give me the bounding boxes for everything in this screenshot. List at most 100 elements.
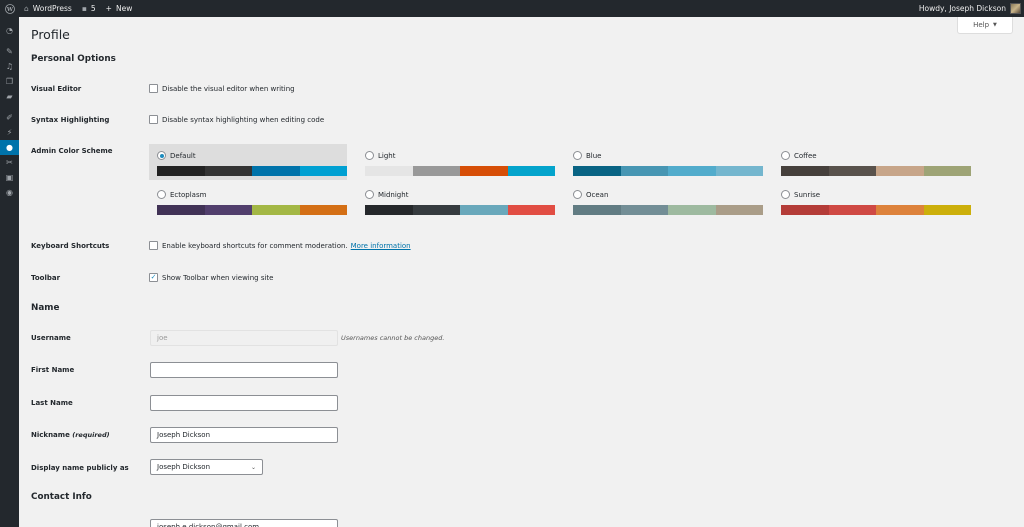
keyboard-shortcuts-option[interactable]: Enable keyboard shortcuts for comment mo… bbox=[149, 241, 411, 250]
color-swatches[interactable] bbox=[781, 166, 971, 176]
comments-link[interactable]: ▪ 5 bbox=[77, 0, 101, 17]
nickname-label: Nickname (required) bbox=[31, 431, 110, 439]
color-swatches[interactable] bbox=[157, 205, 347, 215]
color-scheme-option[interactable]: Light bbox=[365, 151, 395, 160]
color-scheme-radio[interactable] bbox=[157, 151, 166, 160]
color-swatches[interactable] bbox=[157, 166, 347, 176]
new-label: New bbox=[115, 4, 133, 13]
color-swatch bbox=[204, 166, 252, 176]
last-name-input[interactable] bbox=[150, 395, 338, 411]
color-scheme-blue[interactable]: Blue bbox=[565, 144, 763, 180]
username-note: Usernames cannot be changed. bbox=[341, 334, 445, 342]
color-scheme-option[interactable]: Ocean bbox=[573, 190, 608, 199]
color-swatch bbox=[620, 166, 668, 176]
color-swatches[interactable] bbox=[573, 205, 763, 215]
site-name-link[interactable]: ⌂ WordPress bbox=[19, 0, 77, 17]
syntax-highlighting-option[interactable]: Disable syntax highlighting when editing… bbox=[149, 115, 324, 124]
home-icon: ⌂ bbox=[24, 4, 29, 13]
color-swatch bbox=[460, 166, 508, 176]
collapse-icon[interactable]: ◉ bbox=[0, 185, 19, 200]
new-content-link[interactable]: + New bbox=[101, 0, 138, 17]
site-name: WordPress bbox=[32, 4, 72, 13]
color-scheme-radio[interactable] bbox=[157, 190, 166, 199]
toolbar-option[interactable]: ✓ Show Toolbar when viewing site bbox=[149, 273, 274, 282]
posts-pin-icon[interactable]: ✎ bbox=[0, 44, 19, 59]
color-scheme-ocean[interactable]: Ocean bbox=[565, 183, 763, 219]
appearance-icon[interactable]: ✐ bbox=[0, 110, 19, 125]
color-scheme-radio[interactable] bbox=[781, 151, 790, 160]
display-name-select[interactable]: Joseph Dickson ⌄ bbox=[150, 459, 263, 475]
color-swatch bbox=[365, 205, 413, 215]
toolbar-checkbox[interactable]: ✓ bbox=[149, 273, 158, 282]
color-scheme-radio[interactable] bbox=[573, 190, 582, 199]
color-scheme-light[interactable]: Light bbox=[357, 144, 555, 180]
color-swatch bbox=[781, 166, 829, 176]
keyboard-shortcuts-checkbox[interactable] bbox=[149, 241, 158, 250]
color-scheme-radio[interactable] bbox=[365, 151, 374, 160]
nickname-input[interactable]: Joseph Dickson bbox=[150, 427, 338, 443]
syntax-highlighting-text: Disable syntax highlighting when editing… bbox=[162, 115, 325, 124]
color-scheme-option[interactable]: Default bbox=[157, 151, 196, 160]
chevron-down-icon: ⌄ bbox=[250, 463, 256, 471]
color-swatches[interactable] bbox=[573, 166, 763, 176]
color-swatch bbox=[828, 205, 876, 215]
comments-icon[interactable]: ▰ bbox=[0, 89, 19, 104]
first-name-input[interactable] bbox=[150, 362, 338, 378]
plugins-icon[interactable]: ⚡ bbox=[0, 125, 19, 140]
admin-bar: W ⌂ WordPress ▪ 5 + New Howdy, Joseph Di… bbox=[0, 0, 1024, 17]
svg-text:W: W bbox=[5, 7, 13, 13]
color-scheme-option[interactable]: Sunrise bbox=[781, 190, 820, 199]
color-swatch bbox=[299, 166, 347, 176]
tools-icon[interactable]: ✂ bbox=[0, 155, 19, 170]
page-title: Profile bbox=[31, 27, 70, 42]
settings-icon[interactable]: ▣ bbox=[0, 170, 19, 185]
syntax-highlighting-checkbox[interactable] bbox=[149, 115, 158, 124]
color-scheme-option[interactable]: Midnight bbox=[365, 190, 408, 199]
color-swatches[interactable] bbox=[365, 205, 555, 215]
color-scheme-radio[interactable] bbox=[573, 151, 582, 160]
color-swatches[interactable] bbox=[365, 166, 555, 176]
color-scheme-option[interactable]: Blue bbox=[573, 151, 602, 160]
color-scheme-name: Coffee bbox=[794, 151, 817, 160]
color-scheme-label: Admin Color Scheme bbox=[31, 147, 113, 155]
name-heading: Name bbox=[31, 303, 60, 313]
color-scheme-name: Light bbox=[378, 151, 396, 160]
color-scheme-option[interactable]: Ectoplasm bbox=[157, 190, 206, 199]
color-swatch bbox=[460, 205, 508, 215]
last-name-label: Last Name bbox=[31, 399, 73, 407]
color-scheme-sunrise[interactable]: Sunrise bbox=[773, 183, 971, 219]
color-swatches[interactable] bbox=[781, 205, 971, 215]
color-scheme-default[interactable]: Default bbox=[149, 144, 347, 180]
users-icon[interactable]: ● bbox=[0, 140, 19, 155]
color-swatch bbox=[252, 166, 300, 176]
color-swatch bbox=[573, 166, 621, 176]
display-name-label: Display name publicly as bbox=[31, 464, 129, 472]
color-scheme-radio[interactable] bbox=[781, 190, 790, 199]
admin-menu: ◔ ✎ ♫ ❐ ▰ ✐ ⚡ ● ✂ ▣ ◉ bbox=[0, 17, 19, 527]
color-swatch bbox=[620, 205, 668, 215]
color-scheme-name: Ectoplasm bbox=[170, 190, 207, 199]
display-name-value: Joseph Dickson bbox=[157, 463, 211, 471]
dashboard-icon[interactable]: ◔ bbox=[0, 23, 19, 38]
media-icon[interactable]: ♫ bbox=[0, 59, 19, 74]
username-label: Username bbox=[31, 334, 71, 342]
avatar bbox=[1010, 3, 1021, 14]
color-scheme-option[interactable]: Coffee bbox=[781, 151, 817, 160]
help-button[interactable]: Help ▼ bbox=[957, 17, 1013, 34]
my-account-link[interactable]: Howdy, Joseph Dickson bbox=[914, 0, 1024, 17]
color-scheme-radio[interactable] bbox=[365, 190, 374, 199]
color-scheme-name: Sunrise bbox=[794, 190, 821, 199]
color-scheme-ectoplasm[interactable]: Ectoplasm bbox=[149, 183, 347, 219]
wordpress-logo-icon[interactable]: W bbox=[0, 0, 19, 17]
color-scheme-coffee[interactable]: Coffee bbox=[773, 144, 971, 180]
more-information-link[interactable]: More information bbox=[351, 242, 411, 250]
color-scheme-midnight[interactable]: Midnight bbox=[357, 183, 555, 219]
pages-icon[interactable]: ❐ bbox=[0, 74, 19, 89]
username-input: joe bbox=[150, 330, 338, 346]
visual-editor-checkbox[interactable] bbox=[149, 84, 158, 93]
visual-editor-option[interactable]: Disable the visual editor when writing bbox=[149, 84, 295, 93]
email-input[interactable]: joseph.e.dickson@gmail.com bbox=[150, 519, 338, 527]
color-swatch bbox=[365, 166, 413, 176]
color-swatch bbox=[715, 205, 763, 215]
color-swatch bbox=[781, 205, 829, 215]
